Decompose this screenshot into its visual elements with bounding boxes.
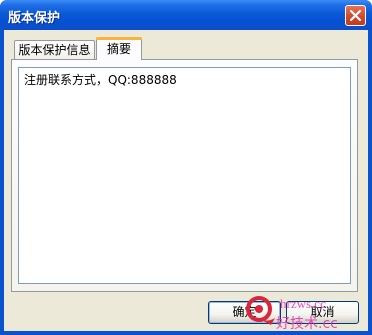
summary-tab-panel: 注册联系方式，QQ:888888 <box>11 59 358 292</box>
tab-version-protection-info[interactable]: 版本保护信息 <box>14 40 95 59</box>
watermark-text: hrzws.cc <box>280 296 326 311</box>
watermark-text: 好技术.cc <box>276 316 338 332</box>
tab-label: 摘要 <box>106 42 131 56</box>
summary-textarea[interactable]: 注册联系方式，QQ:888888 <box>18 67 351 284</box>
dialog-body: 版本保护信息 摘要 注册联系方式，QQ:888888 确定 取消 <box>4 30 368 331</box>
close-button[interactable] <box>345 5 366 26</box>
title-bar[interactable]: 版本保护 <box>0 0 372 30</box>
window-title: 版本保护 <box>8 11 61 26</box>
tab-summary[interactable]: 摘要 <box>96 37 142 60</box>
watermark-logo-icon <box>246 296 275 325</box>
close-icon <box>349 9 362 22</box>
dialog-window: 版本保护 版本保护信息 摘要 注册联系方式，QQ:888888 确定 取消 hr… <box>0 0 372 335</box>
summary-text: 注册联系方式，QQ:888888 <box>24 73 177 87</box>
tab-label: 版本保护信息 <box>18 43 91 57</box>
